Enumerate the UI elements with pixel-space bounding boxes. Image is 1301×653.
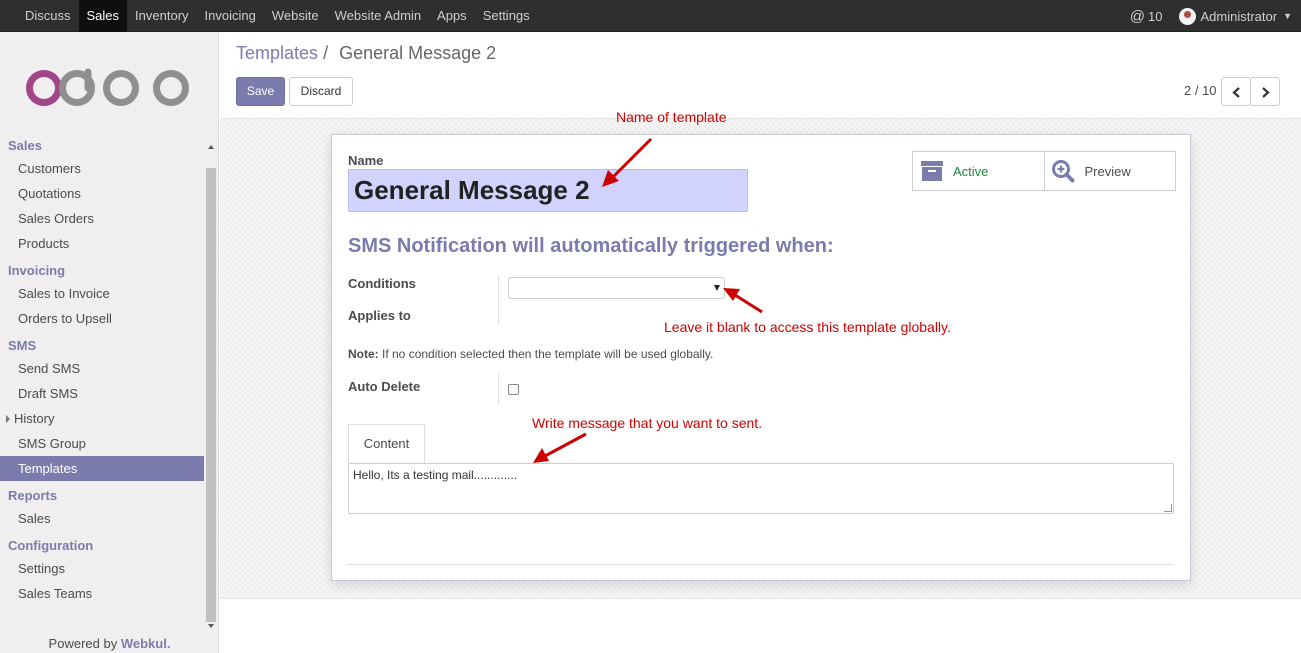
sidebar-item-sales-teams[interactable]: Sales Teams [0,581,204,606]
applies-to-label: Applies to [348,308,411,323]
note-body: If no condition selected then the templa… [378,347,714,361]
content-textarea[interactable]: Hello, Its a testing mail............. [348,463,1174,514]
odoo-logo [26,68,189,106]
preview-label: Preview [1084,163,1131,179]
sidebar-item-sms-group[interactable]: SMS Group [0,431,204,456]
sidebar-section-sales: Sales [8,138,42,153]
active-toggle-button[interactable]: Active [913,152,1044,190]
archive-icon [921,161,943,181]
menu-website[interactable]: Website [264,0,327,32]
form-sheet: Name General Message 2 Active Preview SM… [331,134,1191,581]
menu-inventory[interactable]: Inventory [127,0,196,32]
discard-button[interactable]: Discard [289,77,353,106]
main-menu: Discuss Sales Inventory Invoicing Websit… [17,0,538,32]
save-button[interactable]: Save [236,77,285,106]
name-field[interactable]: General Message 2 [348,169,748,212]
resize-grip-icon[interactable] [1164,504,1172,512]
sidebar-section-invoicing: Invoicing [8,263,66,278]
menu-apps[interactable]: Apps [429,0,475,32]
top-navbar: Discuss Sales Inventory Invoicing Websit… [0,0,1301,32]
pager-next-button[interactable] [1250,77,1280,106]
note-label: Note: [348,347,379,361]
sidebar-item-templates[interactable]: Templates [0,456,204,481]
breadcrumb-separator: / [323,43,329,63]
sidebar-section-sms: SMS [8,338,37,353]
annotation-message: Write message that you want to sent. [532,415,763,431]
powered-by-prefix: Powered by [48,636,118,651]
control-panel: Templates / General Message 2 Save Disca… [220,32,1301,119]
sidebar-item-sales-orders[interactable]: Sales Orders [0,206,204,231]
chevron-left-icon [1232,87,1240,98]
breadcrumb: Templates / General Message 2 [236,43,496,64]
menu-settings[interactable]: Settings [475,0,538,32]
sidebar-item-settings[interactable]: Settings [0,556,204,581]
dropdown-arrow-icon [714,285,720,291]
chevron-right-icon [1262,87,1270,98]
user-menu[interactable]: Administrator ▼ [1178,7,1292,25]
annotation-blank: Leave it blank to access this template g… [664,319,951,335]
powered-by-brand[interactable]: Webkul. [121,636,171,651]
conditions-select[interactable] [508,277,725,299]
sidebar-item-products[interactable]: Products [0,231,204,256]
sidebar-nav: Sales Customers Quotations Sales Orders … [0,136,204,606]
sidebar-item-history-label: History [14,411,55,426]
messages-count: 10 [1148,8,1163,24]
breadcrumb-templates-link[interactable]: Templates [236,43,318,63]
note-text: Note: If no condition selected then the … [348,347,713,361]
button-box: Active Preview [912,151,1176,191]
pager-previous-button[interactable] [1221,77,1251,106]
sidebar-item-draft-sms[interactable]: Draft SMS [0,381,204,406]
sidebar-item-reports-sales[interactable]: Sales [0,506,204,531]
scroll-up-icon[interactable] [208,145,214,149]
menu-sales[interactable]: Sales [78,0,128,32]
expand-triangle-icon [6,415,10,423]
annotation-name: Name of template [616,109,727,125]
sidebar-section-configuration: Configuration [8,538,94,553]
sidebar-section-reports: Reports [8,488,58,503]
at-icon: @ [1129,7,1146,25]
preview-button[interactable]: Preview [1043,152,1176,190]
zoom-in-icon [1051,160,1074,183]
scroll-down-icon[interactable] [208,624,214,628]
conditions-label: Conditions [348,276,416,291]
breadcrumb-current: General Message 2 [339,43,497,63]
user-name: Administrator [1200,8,1278,24]
tab-content[interactable]: Content [348,424,425,464]
messages-button[interactable]: @ 10 [1130,8,1163,25]
menu-invoicing[interactable]: Invoicing [197,0,264,32]
label-separator [498,374,499,404]
auto-delete-label: Auto Delete [348,379,421,394]
sidebar-item-orders-to-upsell[interactable]: Orders to Upsell [0,306,204,331]
divider [348,564,1174,565]
sidebar-item-quotations[interactable]: Quotations [0,181,204,206]
caret-down-icon: ▼ [1283,11,1292,21]
sidebar-item-history[interactable]: History [0,406,204,431]
sidebar: Sales Customers Quotations Sales Orders … [0,32,219,653]
avatar [1178,7,1196,25]
auto-delete-checkbox[interactable] [508,384,519,395]
menu-website-admin[interactable]: Website Admin [327,0,429,32]
sidebar-scrollbar[interactable] [205,136,217,632]
sidebar-item-customers[interactable]: Customers [0,156,204,181]
menu-discuss[interactable]: Discuss [17,0,79,32]
sidebar-item-send-sms[interactable]: Send SMS [0,356,204,381]
active-label: Active [953,163,989,179]
pager-value[interactable]: 2 / 10 [1184,83,1217,98]
content-text: Hello, Its a testing mail............. [353,468,518,482]
sidebar-item-sales-to-invoice[interactable]: Sales to Invoice [0,281,204,306]
label-separator [498,275,499,325]
name-label: Name [348,153,384,168]
scrollbar-thumb[interactable] [206,168,216,622]
section-title: SMS Notification will automatically trig… [348,235,834,257]
powered-by: Powered by Webkul. [0,636,219,651]
